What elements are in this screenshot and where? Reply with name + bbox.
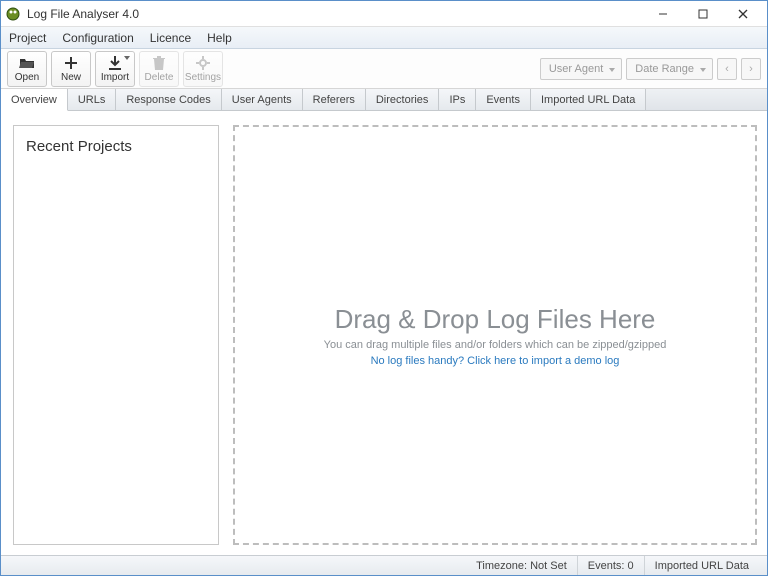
date-range-dropdown[interactable]: Date Range — [626, 58, 713, 80]
folder-open-icon — [19, 55, 35, 71]
next-button[interactable]: › — [741, 58, 761, 80]
user-agent-dropdown[interactable]: User Agent — [540, 58, 622, 80]
dropzone-title: Drag & Drop Log Files Here — [335, 304, 656, 335]
prev-button[interactable]: ‹ — [717, 58, 737, 80]
dropzone-subtitle: You can drag multiple files and/or folde… — [324, 339, 667, 351]
delete-label: Delete — [145, 72, 174, 83]
tab-response-codes-label: Response Codes — [126, 94, 210, 106]
tab-directories[interactable]: Directories — [366, 89, 440, 110]
menubar: Project Configuration Licence Help — [1, 27, 767, 49]
toolbar-right: User Agent Date Range ‹ › — [540, 58, 761, 80]
tab-referers-label: Referers — [313, 94, 355, 106]
toolbar: Open New Import Delete Settings User Age… — [1, 49, 767, 89]
menu-project[interactable]: Project — [9, 31, 46, 45]
tabstrip: Overview URLs Response Codes User Agents… — [1, 89, 767, 111]
settings-button[interactable]: Settings — [183, 51, 223, 87]
menu-configuration[interactable]: Configuration — [62, 31, 133, 45]
open-label: Open — [15, 72, 39, 83]
date-range-label: Date Range — [635, 63, 694, 75]
minimize-button[interactable] — [643, 1, 683, 27]
plus-icon — [65, 55, 77, 71]
close-button[interactable] — [723, 1, 763, 27]
status-imported: Imported URL Data — [644, 556, 759, 575]
app-window: Log File Analyser 4.0 Project Configurat… — [0, 0, 768, 576]
app-icon — [5, 6, 21, 22]
tab-response-codes[interactable]: Response Codes — [116, 89, 221, 110]
open-button[interactable]: Open — [7, 51, 47, 87]
tab-imported-url-data-label: Imported URL Data — [541, 94, 635, 106]
import-label: Import — [101, 72, 129, 83]
tab-imported-url-data[interactable]: Imported URL Data — [531, 89, 646, 110]
import-icon — [108, 55, 122, 71]
menu-help[interactable]: Help — [207, 31, 232, 45]
user-agent-label: User Agent — [549, 63, 603, 75]
tab-urls-label: URLs — [78, 94, 106, 106]
content-area: Recent Projects Drag & Drop Log Files He… — [1, 111, 767, 555]
tab-directories-label: Directories — [376, 94, 429, 106]
status-timezone: Timezone: Not Set — [466, 556, 577, 575]
tab-urls[interactable]: URLs — [68, 89, 117, 110]
tab-overview-label: Overview — [11, 94, 57, 106]
tab-events-label: Events — [486, 94, 520, 106]
settings-label: Settings — [185, 72, 221, 83]
tab-referers[interactable]: Referers — [303, 89, 366, 110]
app-title: Log File Analyser 4.0 — [27, 7, 139, 21]
dropzone-demo-link[interactable]: No log files handy? Click here to import… — [371, 355, 620, 367]
tab-ips[interactable]: IPs — [439, 89, 476, 110]
menu-licence[interactable]: Licence — [150, 31, 191, 45]
chevron-down-icon — [124, 56, 130, 60]
dropzone[interactable]: Drag & Drop Log Files Here You can drag … — [233, 125, 757, 545]
gear-icon — [196, 55, 210, 71]
recent-projects-panel: Recent Projects — [13, 125, 219, 545]
import-button[interactable]: Import — [95, 51, 135, 87]
new-button[interactable]: New — [51, 51, 91, 87]
titlebar: Log File Analyser 4.0 — [1, 1, 767, 27]
tab-ips-label: IPs — [449, 94, 465, 106]
maximize-button[interactable] — [683, 1, 723, 27]
recent-projects-heading: Recent Projects — [26, 138, 206, 155]
trash-icon — [153, 55, 165, 71]
delete-button[interactable]: Delete — [139, 51, 179, 87]
tab-user-agents-label: User Agents — [232, 94, 292, 106]
tab-events[interactable]: Events — [476, 89, 531, 110]
window-controls — [643, 1, 763, 27]
status-events: Events: 0 — [577, 556, 644, 575]
new-label: New — [61, 72, 81, 83]
tab-user-agents[interactable]: User Agents — [222, 89, 303, 110]
statusbar: Timezone: Not Set Events: 0 Imported URL… — [1, 555, 767, 575]
tab-overview[interactable]: Overview — [1, 89, 68, 111]
